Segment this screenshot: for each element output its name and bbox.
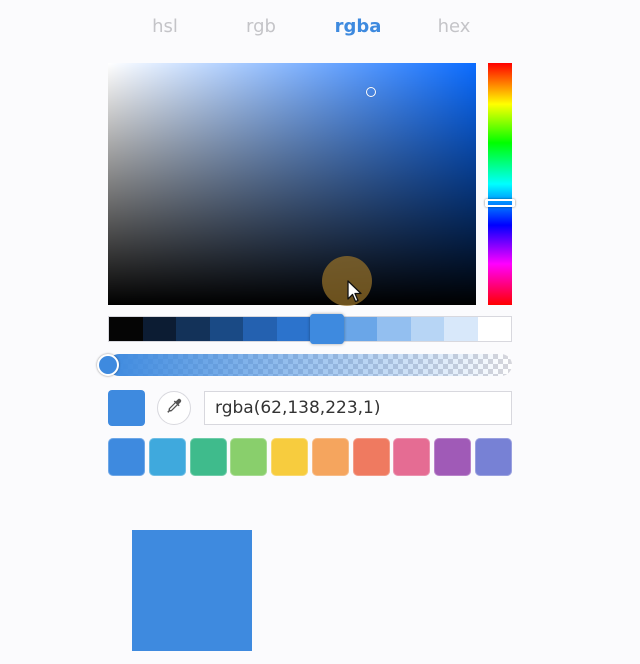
preset-swatch[interactable] (230, 438, 268, 476)
shade-swatch[interactable] (142, 317, 176, 341)
saturation-value-cursor[interactable] (366, 87, 376, 97)
shade-swatch[interactable] (243, 317, 277, 341)
color-preview-box (132, 530, 252, 651)
preset-swatches (108, 438, 512, 476)
saturation-value-panel[interactable] (108, 63, 476, 305)
shade-swatch[interactable] (109, 317, 143, 341)
preset-swatch[interactable] (189, 438, 227, 476)
eyedropper-icon (165, 397, 183, 419)
current-color-swatch (108, 390, 145, 426)
format-tabs: hsl rgb rgba hex (108, 14, 512, 40)
shade-swatch[interactable] (343, 317, 377, 341)
shade-swatch[interactable] (477, 317, 511, 341)
hue-slider[interactable] (488, 63, 512, 305)
preset-swatch[interactable] (393, 438, 431, 476)
shade-swatch[interactable] (176, 317, 210, 341)
shade-swatch[interactable] (310, 314, 344, 344)
tab-rgb[interactable]: rgb (221, 14, 301, 40)
tab-hsl[interactable]: hsl (125, 14, 205, 40)
tab-hex[interactable]: hex (414, 14, 494, 40)
preset-swatch[interactable] (311, 438, 349, 476)
shade-swatch[interactable] (209, 317, 243, 341)
hue-slider-thumb[interactable] (485, 199, 515, 207)
mouse-pointer-icon (347, 280, 363, 304)
eyedropper-button[interactable] (157, 391, 191, 425)
preset-swatch[interactable] (108, 438, 145, 476)
preset-swatch[interactable] (271, 438, 309, 476)
preset-swatch[interactable] (352, 438, 390, 476)
color-value-input[interactable] (204, 391, 512, 425)
shade-swatch[interactable] (444, 317, 478, 341)
sv-black-gradient (108, 63, 476, 305)
preset-swatch[interactable] (148, 438, 186, 476)
shade-swatch[interactable] (377, 317, 411, 341)
alpha-slider-thumb[interactable] (97, 354, 119, 376)
shade-swatch[interactable] (276, 317, 310, 341)
alpha-gradient (108, 354, 512, 376)
alpha-slider[interactable] (108, 354, 512, 376)
preset-swatch[interactable] (475, 438, 512, 476)
shade-swatch[interactable] (410, 317, 444, 341)
tab-rgba[interactable]: rgba (318, 14, 398, 40)
preset-swatch[interactable] (434, 438, 472, 476)
shade-palette (108, 314, 512, 344)
